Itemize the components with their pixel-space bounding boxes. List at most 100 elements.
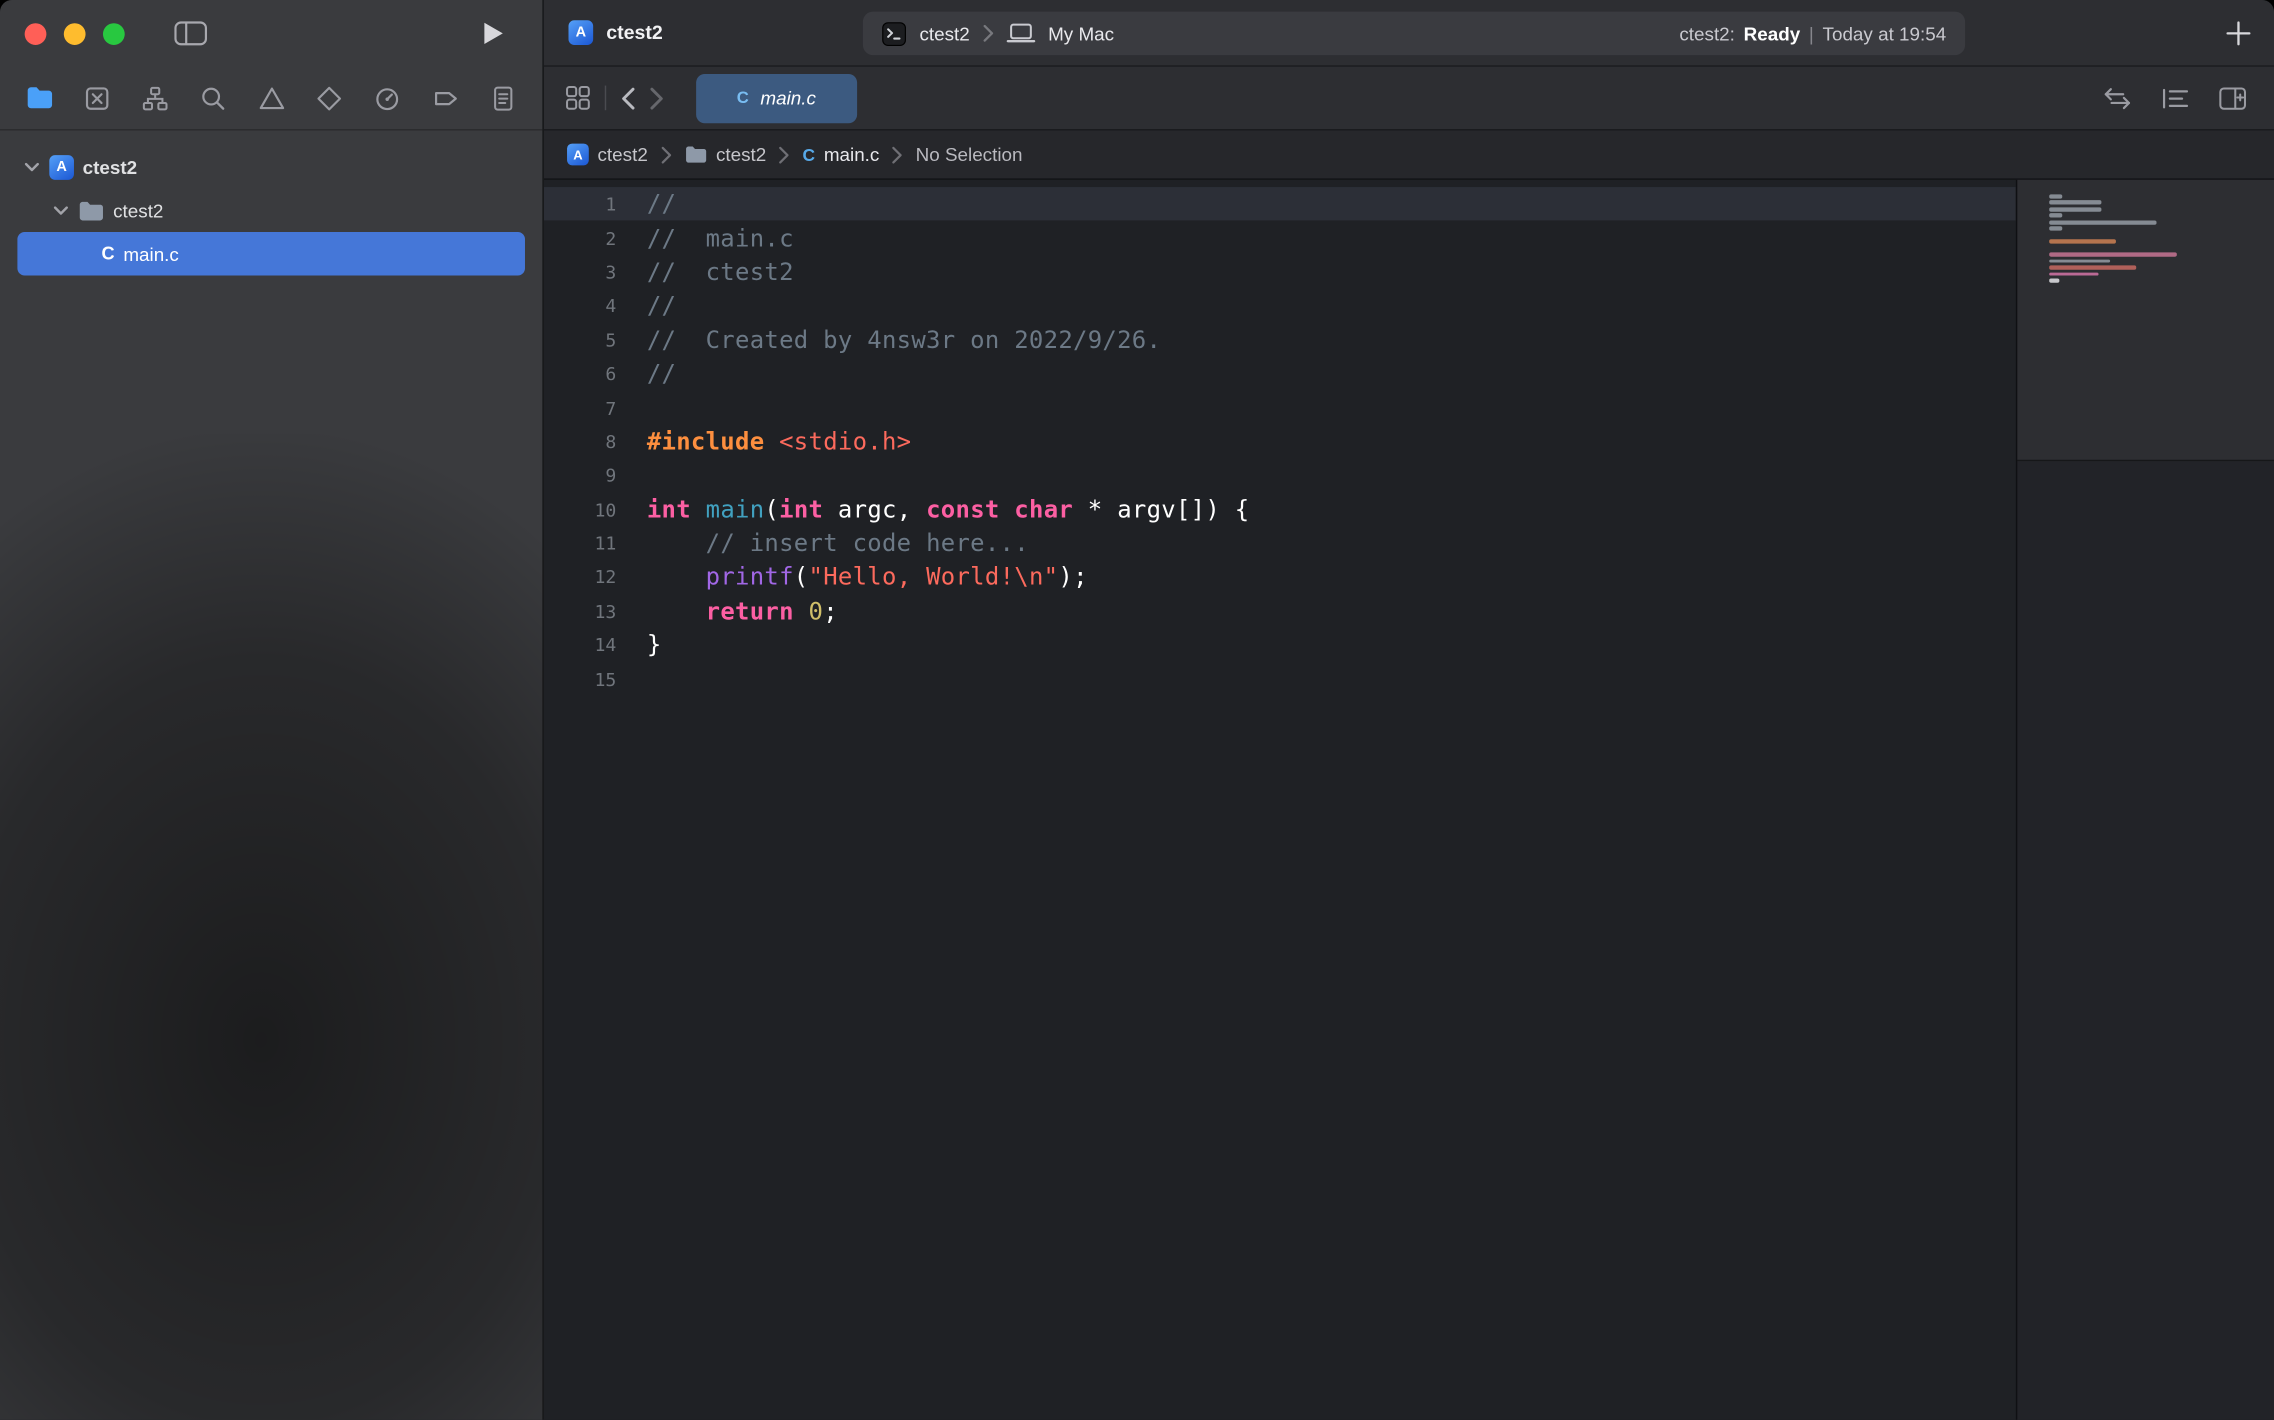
breakpoint-navigator-icon[interactable] xyxy=(428,80,463,115)
chevron-right-icon xyxy=(983,25,993,42)
code-line[interactable]: 7 xyxy=(544,391,2016,425)
xcode-project-icon: A xyxy=(569,20,594,45)
minimap-lines xyxy=(2049,194,2177,282)
code-text: return 0; xyxy=(647,597,838,625)
code-text: printf("Hello, World!\n"); xyxy=(647,563,1088,591)
zoom-button[interactable] xyxy=(103,22,125,44)
issue-navigator-icon[interactable] xyxy=(254,80,289,115)
breadcrumb-label: ctest2 xyxy=(716,144,766,166)
code-line[interactable]: 8#include <stdio.h> xyxy=(544,425,2016,459)
laptop-icon xyxy=(1006,23,1035,43)
line-number: 2 xyxy=(544,227,634,249)
tree-item-project[interactable]: A ctest2 xyxy=(17,145,525,189)
code-line[interactable]: 10 int main(int argc, const char * argv[]… xyxy=(544,492,2016,526)
code-line[interactable]: 9 xyxy=(544,458,2016,492)
line-number: 10 xyxy=(544,498,634,520)
code-line[interactable]: 12 printf("Hello, World!\n"); xyxy=(544,560,2016,594)
tab-main-c[interactable]: C main.c xyxy=(696,73,856,122)
project-icon: A xyxy=(49,154,74,179)
minimap-line xyxy=(2049,194,2062,198)
project-navigator-tree: A ctest2 ctest2 C main.c xyxy=(0,131,542,276)
tree-item-file-selected[interactable]: C main.c xyxy=(17,232,525,276)
minimap-line xyxy=(2049,220,2156,224)
library-plus-icon[interactable] xyxy=(2226,20,2251,45)
scheme-destination-label[interactable]: My Mac xyxy=(1048,22,1114,44)
code-text: // ctest2 xyxy=(647,258,794,286)
code-line[interactable]: 13 return 0; xyxy=(544,594,2016,628)
code-line[interactable]: 5// Created by 4nsw3r on 2022/9/26. xyxy=(544,323,2016,357)
code-line[interactable]: 1 // xyxy=(544,187,2016,221)
breadcrumb-label: ctest2 xyxy=(598,144,648,166)
tree-item-label: ctest2 xyxy=(83,156,137,178)
xcode-window: A ctest2 ctest2 C main.c xyxy=(0,0,2274,1420)
scheme-and-status-bar[interactable]: ctest2 My Mac ctest2: Ready | Today at 1… xyxy=(863,12,1965,56)
code-text: // Created by 4nsw3r on 2022/9/26. xyxy=(647,326,1161,354)
tab-bar: C main.c xyxy=(544,67,2274,131)
line-number: 1 xyxy=(544,193,634,215)
code-lines[interactable]: 1 // 2// main.c3// ctest24//5// Created by… xyxy=(544,180,2016,1420)
line-number: 12 xyxy=(544,566,634,588)
c-file-icon: C xyxy=(102,244,115,264)
sidebar-toggle-icon[interactable] xyxy=(174,20,207,46)
code-text: #include <stdio.h> xyxy=(647,428,912,456)
folder-icon xyxy=(684,145,707,164)
terminal-scheme-icon xyxy=(882,21,907,46)
tab-overview-grid-icon[interactable] xyxy=(566,86,591,111)
add-editor-split-icon[interactable] xyxy=(2219,86,2247,109)
breadcrumb-selection[interactable]: No Selection xyxy=(916,144,1023,166)
editor-options-icon[interactable] xyxy=(2162,86,2188,109)
code-line[interactable]: 2// main.c xyxy=(544,221,2016,255)
code-text: // xyxy=(647,190,676,218)
report-navigator-icon[interactable] xyxy=(486,80,521,115)
minimap-line xyxy=(2049,207,2101,211)
chevron-down-icon[interactable] xyxy=(52,205,69,215)
traffic-lights xyxy=(25,22,125,44)
code-review-arrows-icon[interactable] xyxy=(2103,86,2132,109)
navigate-back-icon[interactable] xyxy=(621,86,636,109)
code-line[interactable]: 14} xyxy=(544,628,2016,662)
divider xyxy=(605,86,606,111)
tree-item-group[interactable]: ctest2 xyxy=(17,189,525,233)
test-navigator-icon[interactable] xyxy=(312,80,347,115)
minimap[interactable] xyxy=(2016,180,2274,1420)
chevron-down-icon[interactable] xyxy=(23,162,40,172)
window-shadow-overlay xyxy=(0,434,544,1420)
code-line[interactable]: 11 // insert code here... xyxy=(544,526,2016,560)
code-text: // xyxy=(647,292,676,320)
code-line[interactable]: 15 xyxy=(544,662,2016,696)
code-line[interactable]: 6// xyxy=(544,357,2016,391)
line-number: 13 xyxy=(544,600,634,622)
line-number: 11 xyxy=(544,532,634,554)
status-time-label: Today at 19:54 xyxy=(1823,22,1947,44)
build-status[interactable]: ctest2: Ready | Today at 19:54 xyxy=(1679,22,1946,44)
minimap-line xyxy=(2049,266,2136,270)
breadcrumb-file[interactable]: C main.c xyxy=(803,144,880,166)
code-line[interactable]: 4// xyxy=(544,289,2016,323)
code-text: int main(int argc, const char * argv[]) … xyxy=(647,496,1250,524)
chevron-right-icon xyxy=(779,146,789,163)
tree-item-label: main.c xyxy=(123,243,179,265)
run-button[interactable] xyxy=(481,20,504,46)
find-navigator-icon[interactable] xyxy=(196,80,231,115)
navigate-forward-icon[interactable] xyxy=(650,86,665,109)
toolbar-project-title: ctest2 xyxy=(606,22,663,44)
source-control-navigator-icon[interactable] xyxy=(80,80,115,115)
folder-icon xyxy=(78,199,104,221)
minimap-line xyxy=(2049,201,2101,205)
source-editor: 1 // 2// main.c3// ctest24//5// Created by… xyxy=(544,180,2274,1420)
sidebar: A ctest2 ctest2 C main.c xyxy=(0,0,544,1420)
minimap-line xyxy=(2049,253,2177,257)
breadcrumb-project[interactable]: A ctest2 xyxy=(567,144,648,166)
code-text: // xyxy=(647,360,676,388)
breadcrumb-label: main.c xyxy=(824,144,880,166)
minimize-button[interactable] xyxy=(64,22,86,44)
code-line[interactable]: 3// ctest2 xyxy=(544,255,2016,289)
toolbar: A ctest2 ctest2 My Mac ctest2: Ready | T… xyxy=(544,0,2274,67)
titlebar xyxy=(0,0,542,67)
project-navigator-icon[interactable] xyxy=(22,80,57,115)
scheme-target-label[interactable]: ctest2 xyxy=(919,22,969,44)
symbol-navigator-icon[interactable] xyxy=(138,80,173,115)
debug-navigator-icon[interactable] xyxy=(370,80,405,115)
breadcrumb-group[interactable]: ctest2 xyxy=(684,144,766,166)
close-button[interactable] xyxy=(25,22,47,44)
